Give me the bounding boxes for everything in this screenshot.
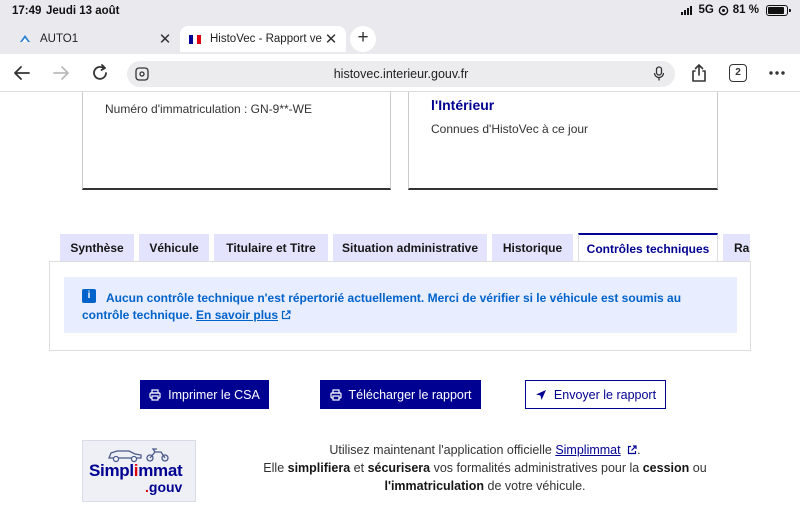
external-link-icon	[282, 310, 292, 320]
tab-vehicule[interactable]: Véhicule	[139, 234, 209, 262]
promo-line-1: Utilisez maintenant l'application offici…	[220, 441, 750, 459]
browser-tab-label: AUTO1	[40, 33, 79, 45]
info-notice: i Aucun contrôle technique n'est réperto…	[64, 277, 737, 333]
browser-tab-auto1[interactable]: AUTO1 ✕	[10, 26, 180, 52]
ministry-card: l'Intérieur Connues d'HistoVec à ce jour	[408, 92, 718, 190]
status-date: Jeudi 13 août	[46, 5, 120, 17]
browser-tab-bar: AUTO1 ✕ HistoVec - Rapport vende ✕	[0, 24, 800, 54]
promo-text: et	[353, 461, 365, 475]
new-tab-button[interactable]: +	[350, 26, 376, 52]
send-label: Envoyer le rapport	[553, 387, 657, 402]
download-label: Télécharger le rapport	[348, 387, 472, 402]
tab-rapport[interactable]: Rapport	[723, 234, 750, 262]
logo-part: mmat	[138, 461, 183, 480]
notice-message: Aucun contrôle technique n'est répertori…	[82, 290, 722, 324]
tab-historique[interactable]: Historique	[492, 234, 573, 262]
tab-panel: i Aucun contrôle technique n'est réperto…	[49, 261, 751, 351]
promo-bold: l'immatriculation	[384, 479, 485, 493]
promo-text: de votre véhicule.	[487, 479, 586, 493]
promo-text: ou	[692, 461, 707, 475]
external-link-icon	[627, 445, 637, 455]
status-bar: 17:49 Jeudi 13 août 5G 81 %	[0, 0, 800, 24]
back-arrow-icon[interactable]	[12, 63, 32, 83]
promo-line-3: l'immatriculation de votre véhicule.	[220, 477, 750, 495]
vpn-icon	[718, 5, 729, 15]
status-time: 17:49	[12, 5, 42, 17]
reload-icon[interactable]	[90, 63, 110, 83]
simplimmat-link[interactable]: Simplimmat	[555, 443, 620, 457]
tab-titulaire[interactable]: Titulaire et Titre	[214, 234, 328, 262]
network-label: 5G	[698, 4, 714, 16]
promo-bold: sécurisera	[367, 461, 431, 475]
ministry-card-subtitle: Connues d'HistoVec à ce jour	[431, 122, 589, 136]
tab-synthese[interactable]: Synthèse	[60, 234, 134, 262]
ministry-card-title: l'Intérieur	[431, 97, 495, 113]
promo-bold: simplifiera	[287, 461, 351, 475]
simplimmat-link-label: Simplimmat	[555, 443, 621, 457]
simplimmat-logo[interactable]: Simplimmat .gouv	[82, 440, 196, 502]
learn-more-label: En savoir plus	[196, 308, 279, 322]
promo-text: Elle	[263, 461, 285, 475]
browser-tab-label: HistoVec - Rapport vende	[210, 33, 322, 45]
more-menu-icon[interactable]	[767, 63, 787, 83]
status-right: 5G 81 %	[681, 4, 791, 16]
battery-percent: 81 %	[732, 4, 759, 16]
microphone-icon[interactable]	[653, 66, 665, 82]
auto1-favicon-icon	[18, 32, 32, 46]
download-report-button[interactable]: Télécharger le rapport	[320, 380, 481, 409]
logo-part: Simpl	[89, 461, 134, 480]
tab-controles-techniques[interactable]: Contrôles techniques	[578, 233, 718, 262]
learn-more-link[interactable]: En savoir plus	[196, 308, 278, 322]
print-csa-button[interactable]: Imprimer le CSA	[140, 380, 269, 409]
tab-situation-administrative[interactable]: Situation administrative	[333, 234, 487, 262]
promo-line-2: Elle simplifiera et sécurisera vos forma…	[220, 459, 750, 477]
send-arrow-icon	[535, 389, 546, 400]
promo-text: .	[637, 443, 641, 457]
battery-icon	[766, 4, 791, 16]
printer-icon	[329, 388, 342, 401]
browser-toolbar: histovec.interieur.gouv.fr 2	[0, 54, 800, 92]
promo-bold: cession	[642, 461, 690, 475]
forward-arrow-icon[interactable]	[51, 63, 71, 83]
promo-text: vos formalités administratives pour la	[433, 461, 640, 475]
logo-wordmark: Simplimmat	[89, 461, 183, 481]
notice-text: Aucun contrôle technique n'est répertori…	[82, 291, 682, 322]
report-tabs: Synthèse Véhicule Titulaire et Titre Sit…	[60, 233, 750, 262]
signal-icon	[681, 5, 693, 15]
printer-icon	[149, 388, 161, 401]
tab-count-button[interactable]: 2	[729, 64, 747, 82]
logo-part: gouv	[148, 479, 183, 495]
address-bar[interactable]: histovec.interieur.gouv.fr	[127, 61, 675, 87]
registration-card: Numéro d'immatriculation : GN-9**-WE	[82, 92, 391, 190]
print-label: Imprimer le CSA	[168, 387, 260, 402]
registration-number: Numéro d'immatriculation : GN-9**-WE	[105, 102, 313, 116]
share-icon[interactable]	[689, 63, 709, 83]
french-flag-icon	[188, 32, 202, 46]
close-tab-icon[interactable]: ✕	[322, 30, 340, 48]
send-report-button[interactable]: Envoyer le rapport	[525, 380, 666, 409]
url-text: histovec.interieur.gouv.fr	[333, 67, 469, 81]
logo-domain: .gouv	[145, 479, 182, 495]
promo-text: Utilisez maintenant l'application offici…	[329, 443, 552, 457]
simplimmat-promo: Utilisez maintenant l'application offici…	[220, 441, 750, 495]
browser-tab-histovec[interactable]: HistoVec - Rapport vende ✕	[180, 26, 346, 52]
close-tab-icon[interactable]: ✕	[156, 30, 174, 48]
